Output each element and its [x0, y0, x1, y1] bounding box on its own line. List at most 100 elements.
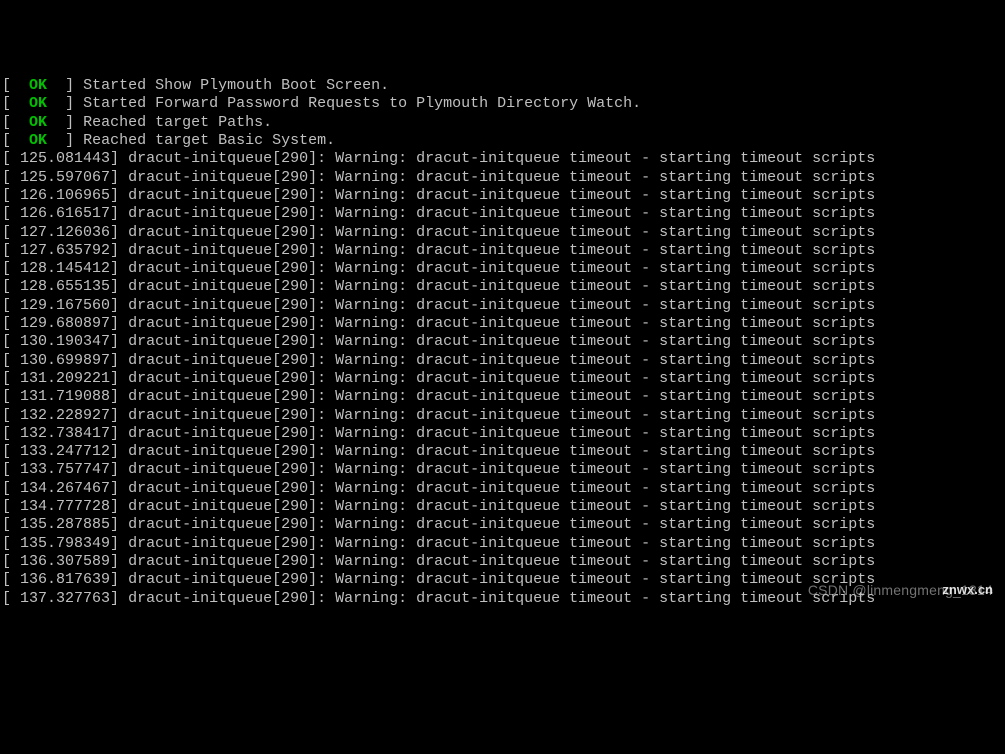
- timestamp: 135.798349: [11, 535, 110, 552]
- bracket: [: [2, 260, 11, 277]
- process-name: dracut-initqueue[290]:: [119, 150, 335, 167]
- status-message: Started Forward Password Requests to Ply…: [74, 95, 641, 112]
- process-name: dracut-initqueue[290]:: [119, 370, 335, 387]
- warning-line: [ 128.145412] dracut-initqueue[290]: War…: [2, 260, 1003, 278]
- bracket: ]: [110, 443, 119, 460]
- bracket: ]: [65, 77, 74, 94]
- process-name: dracut-initqueue[290]:: [119, 315, 335, 332]
- process-name: dracut-initqueue[290]:: [119, 388, 335, 405]
- warning-line: [ 126.616517] dracut-initqueue[290]: War…: [2, 205, 1003, 223]
- bracket: [: [2, 553, 11, 570]
- warning-message: Warning: dracut-initqueue timeout - star…: [335, 315, 875, 332]
- timestamp: 126.106965: [11, 187, 110, 204]
- bracket: [: [2, 333, 11, 350]
- bracket: ]: [110, 480, 119, 497]
- warning-line: [ 132.228927] dracut-initqueue[290]: War…: [2, 407, 1003, 425]
- warning-message: Warning: dracut-initqueue timeout - star…: [335, 590, 875, 607]
- ok-badge: OK: [29, 114, 47, 131]
- bracket: [: [2, 77, 11, 94]
- bracket: ]: [110, 278, 119, 295]
- process-name: dracut-initqueue[290]:: [119, 407, 335, 424]
- timestamp: 132.738417: [11, 425, 110, 442]
- warning-message: Warning: dracut-initqueue timeout - star…: [335, 278, 875, 295]
- bracket: [: [2, 205, 11, 222]
- warning-line: [ 136.307589] dracut-initqueue[290]: War…: [2, 553, 1003, 571]
- process-name: dracut-initqueue[290]:: [119, 260, 335, 277]
- timestamp: 133.757747: [11, 461, 110, 478]
- process-name: dracut-initqueue[290]:: [119, 516, 335, 533]
- status-message: Reached target Paths.: [74, 114, 272, 131]
- status-line: [ OK ] Reached target Basic System.: [2, 132, 1003, 150]
- timestamp: 131.719088: [11, 388, 110, 405]
- warning-line: [ 131.719088] dracut-initqueue[290]: War…: [2, 388, 1003, 406]
- timestamp: 128.145412: [11, 260, 110, 277]
- timestamp: 133.247712: [11, 443, 110, 460]
- timestamp: 130.699897: [11, 352, 110, 369]
- warning-message: Warning: dracut-initqueue timeout - star…: [335, 242, 875, 259]
- warning-line: [ 129.680897] dracut-initqueue[290]: War…: [2, 315, 1003, 333]
- warning-line: [ 133.247712] dracut-initqueue[290]: War…: [2, 443, 1003, 461]
- timestamp: 137.327763: [11, 590, 110, 607]
- ok-badge: OK: [29, 77, 47, 94]
- process-name: dracut-initqueue[290]:: [119, 297, 335, 314]
- process-name: dracut-initqueue[290]:: [119, 480, 335, 497]
- bracket: ]: [110, 224, 119, 241]
- bracket: ]: [110, 535, 119, 552]
- warning-message: Warning: dracut-initqueue timeout - star…: [335, 425, 875, 442]
- bracket: ]: [110, 205, 119, 222]
- watermark-brand: znwx.cn: [942, 581, 993, 599]
- warning-line: [ 126.106965] dracut-initqueue[290]: War…: [2, 187, 1003, 205]
- warning-line: [ 135.798349] dracut-initqueue[290]: War…: [2, 535, 1003, 553]
- ok-badge: OK: [29, 132, 47, 149]
- bracket: [: [2, 224, 11, 241]
- process-name: dracut-initqueue[290]:: [119, 205, 335, 222]
- warning-message: Warning: dracut-initqueue timeout - star…: [335, 516, 875, 533]
- boot-log-output: [ OK ] Started Show Plymouth Boot Screen…: [2, 77, 1003, 608]
- warning-message: Warning: dracut-initqueue timeout - star…: [335, 205, 875, 222]
- bracket: ]: [110, 150, 119, 167]
- bracket: ]: [110, 352, 119, 369]
- process-name: dracut-initqueue[290]:: [119, 571, 335, 588]
- timestamp: 136.307589: [11, 553, 110, 570]
- bracket: ]: [110, 187, 119, 204]
- bracket: [: [2, 95, 11, 112]
- bracket: ]: [65, 95, 74, 112]
- timestamp: 130.190347: [11, 333, 110, 350]
- warning-message: Warning: dracut-initqueue timeout - star…: [335, 150, 875, 167]
- bracket: ]: [110, 590, 119, 607]
- bracket: [: [2, 242, 11, 259]
- bracket: [: [2, 297, 11, 314]
- bracket: [: [2, 498, 11, 515]
- warning-line: [ 125.597067] dracut-initqueue[290]: War…: [2, 169, 1003, 187]
- bracket: [: [2, 114, 11, 131]
- warning-message: Warning: dracut-initqueue timeout - star…: [335, 297, 875, 314]
- warning-line: [ 134.267467] dracut-initqueue[290]: War…: [2, 480, 1003, 498]
- status-line: [ OK ] Reached target Paths.: [2, 114, 1003, 132]
- bracket: [: [2, 461, 11, 478]
- timestamp: 127.635792: [11, 242, 110, 259]
- bracket: ]: [110, 388, 119, 405]
- warning-message: Warning: dracut-initqueue timeout - star…: [335, 388, 875, 405]
- process-name: dracut-initqueue[290]:: [119, 352, 335, 369]
- timestamp: 129.167560: [11, 297, 110, 314]
- warning-line: [ 130.699897] dracut-initqueue[290]: War…: [2, 352, 1003, 370]
- process-name: dracut-initqueue[290]:: [119, 553, 335, 570]
- timestamp: 132.228927: [11, 407, 110, 424]
- bracket: ]: [110, 242, 119, 259]
- bracket: ]: [110, 553, 119, 570]
- bracket: [: [2, 443, 11, 460]
- process-name: dracut-initqueue[290]:: [119, 425, 335, 442]
- timestamp: 125.081443: [11, 150, 110, 167]
- status-message: Reached target Basic System.: [74, 132, 335, 149]
- warning-line: [ 135.287885] dracut-initqueue[290]: War…: [2, 516, 1003, 534]
- warning-message: Warning: dracut-initqueue timeout - star…: [335, 333, 875, 350]
- status-line: [ OK ] Started Show Plymouth Boot Screen…: [2, 77, 1003, 95]
- timestamp: 129.680897: [11, 315, 110, 332]
- bracket: [: [2, 590, 11, 607]
- warning-message: Warning: dracut-initqueue timeout - star…: [335, 352, 875, 369]
- timestamp: 125.597067: [11, 169, 110, 186]
- timestamp: 127.126036: [11, 224, 110, 241]
- bracket: [: [2, 370, 11, 387]
- bracket: ]: [110, 425, 119, 442]
- process-name: dracut-initqueue[290]:: [119, 169, 335, 186]
